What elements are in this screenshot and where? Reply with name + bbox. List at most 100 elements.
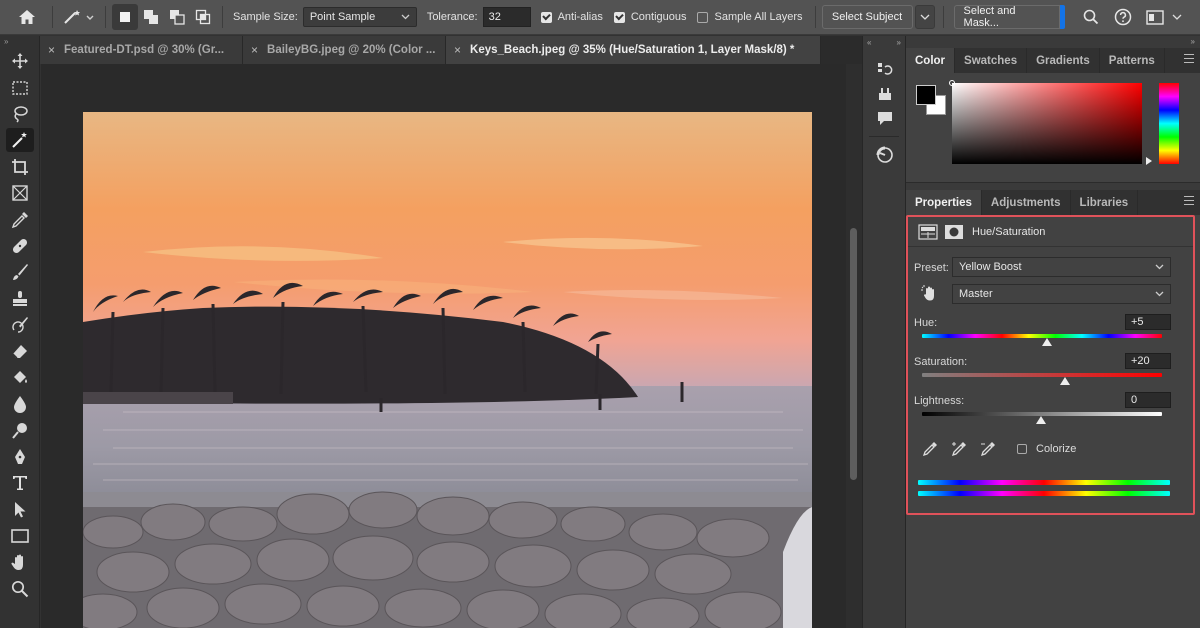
move-tool[interactable]: [0, 48, 40, 74]
zoom-tool[interactable]: [0, 576, 40, 602]
adjustment-layer-icon: [918, 223, 938, 240]
workspace-icon[interactable]: [1142, 4, 1168, 30]
tab-gradients[interactable]: Gradients: [1027, 48, 1100, 73]
tab-patterns[interactable]: Patterns: [1100, 48, 1165, 73]
tab-adjustments[interactable]: Adjustments: [982, 190, 1071, 215]
preset-select[interactable]: Yellow Boost: [952, 257, 1171, 277]
magic-wand-tool-preset-icon[interactable]: [59, 4, 99, 30]
hue-value-input[interactable]: +5: [1125, 314, 1171, 330]
blue-accent-tab: [1059, 5, 1065, 29]
eyedropper-icon: [11, 211, 28, 228]
new-selection-icon[interactable]: [112, 4, 138, 30]
eyedropper-icon[interactable]: [922, 441, 938, 457]
hue-saturation-highlight: Hue/Saturation Preset: Yellow Boost Mast…: [906, 215, 1195, 515]
lightness-value-input[interactable]: 0: [1125, 392, 1171, 408]
sample-all-layers-checkbox[interactable]: Sample All Layers: [697, 11, 803, 23]
hue-slider-marker[interactable]: [1146, 157, 1152, 165]
select-subject-button[interactable]: Select Subject: [821, 5, 913, 29]
colorize-checkbox[interactable]: Colorize: [1017, 443, 1076, 455]
brush-settings-button[interactable]: [863, 82, 907, 106]
help-icon[interactable]: [1110, 4, 1136, 30]
blur-tool[interactable]: [0, 391, 40, 417]
anti-alias-checkbox[interactable]: Anti-alias: [540, 11, 603, 23]
actions-button[interactable]: [863, 143, 907, 167]
close-icon[interactable]: ×: [48, 43, 55, 57]
history-panel-button[interactable]: [863, 58, 907, 82]
targeted-adjustment-hand-icon[interactable]: [920, 284, 938, 302]
type-icon: [13, 476, 27, 491]
tab-properties[interactable]: Properties: [906, 190, 982, 215]
frame-tool[interactable]: [0, 180, 40, 206]
tab-baileybg[interactable]: × BaileyBG.jpeg @ 20% (Color ...: [243, 36, 446, 64]
collapse-icon[interactable]: «: [867, 36, 871, 50]
lightness-slider-thumb[interactable]: [1036, 416, 1046, 424]
brush-icon: [13, 264, 28, 281]
mask-icon[interactable]: [944, 224, 964, 240]
pen-tool[interactable]: [0, 444, 40, 470]
tolerance-input[interactable]: 32: [482, 7, 531, 27]
color-panel-tabs: Color Swatches Gradients Patterns: [906, 48, 1200, 73]
saturation-value-input[interactable]: +20: [1125, 353, 1171, 369]
channel-select[interactable]: Master: [952, 284, 1171, 304]
saturation-slider-track[interactable]: [922, 373, 1162, 377]
close-icon[interactable]: ×: [251, 43, 258, 57]
saturation-slider-thumb[interactable]: [1060, 377, 1070, 385]
eyedropper-plus-icon[interactable]: [951, 441, 967, 457]
contiguous-checkbox[interactable]: Contiguous: [613, 11, 686, 23]
add-to-selection-icon[interactable]: [138, 4, 164, 30]
hue-slider-thumb[interactable]: [1042, 338, 1052, 346]
panel-menu-icon[interactable]: [1184, 54, 1194, 64]
tab-keys-beach[interactable]: × Keys_Beach.jpeg @ 35% (Hue/Saturation …: [446, 36, 821, 64]
home-icon[interactable]: [14, 4, 40, 30]
divider: [869, 136, 899, 137]
frame-icon: [12, 185, 28, 201]
search-icon[interactable]: [1078, 4, 1104, 30]
hand-tool[interactable]: [0, 549, 40, 575]
tab-swatches[interactable]: Swatches: [955, 48, 1028, 73]
tab-featured-dt[interactable]: × Featured-DT.psd @ 30% (Gr...: [40, 36, 243, 64]
eyedropper-tool[interactable]: [0, 206, 40, 232]
sample-size-select[interactable]: Point Sample: [302, 7, 417, 27]
brush-tool[interactable]: [0, 259, 40, 285]
tab-label: BaileyBG.jpeg @ 20% (Color ...: [267, 44, 436, 56]
select-subject-dropdown[interactable]: [914, 5, 935, 29]
comments-button[interactable]: [863, 106, 907, 130]
close-icon[interactable]: ×: [454, 43, 461, 57]
collapse-icon[interactable]: »: [897, 36, 901, 50]
hue-strip[interactable]: [1159, 83, 1179, 164]
dodge-tool[interactable]: [0, 417, 40, 443]
foreground-background-swatch[interactable]: [916, 85, 948, 117]
history-icon: [878, 63, 893, 75]
magic-wand-tool[interactable]: [0, 127, 40, 153]
expand-panel-icon[interactable]: »: [0, 36, 39, 48]
tools-panel: »: [0, 36, 40, 628]
path-selection-tool[interactable]: [0, 497, 40, 523]
panel-menu-icon[interactable]: [1184, 196, 1194, 206]
color-picker-field[interactable]: [949, 80, 1142, 164]
beach-photo[interactable]: [83, 112, 812, 628]
intersect-selection-icon[interactable]: [190, 4, 216, 30]
chevron-down-icon[interactable]: [1172, 14, 1182, 20]
lasso-tool[interactable]: [0, 101, 40, 127]
bandage-icon: [12, 238, 28, 253]
collapse-icon[interactable]: »: [906, 36, 1200, 48]
eyedropper-minus-icon[interactable]: [980, 441, 996, 457]
paint-bucket-tool[interactable]: [0, 365, 40, 391]
subtract-from-selection-icon[interactable]: [164, 4, 190, 30]
canvas-area[interactable]: [41, 64, 846, 628]
vertical-scrollbar[interactable]: [846, 64, 862, 628]
select-and-mask-button[interactable]: Select and Mask...: [953, 5, 1060, 29]
clone-stamp-tool[interactable]: [0, 286, 40, 312]
rectangle-tool[interactable]: [0, 523, 40, 549]
marquee-tool[interactable]: [0, 74, 40, 100]
crop-tool[interactable]: [0, 154, 40, 180]
scrollbar-thumb[interactable]: [850, 228, 857, 480]
type-tool[interactable]: [0, 470, 40, 496]
picker-cursor[interactable]: [949, 80, 955, 86]
tab-color[interactable]: Color: [906, 48, 956, 73]
foreground-color-swatch[interactable]: [916, 85, 936, 105]
healing-brush-tool[interactable]: [0, 233, 40, 259]
tab-libraries[interactable]: Libraries: [1071, 190, 1139, 215]
history-brush-tool[interactable]: [0, 312, 40, 338]
eraser-tool[interactable]: [0, 338, 40, 364]
